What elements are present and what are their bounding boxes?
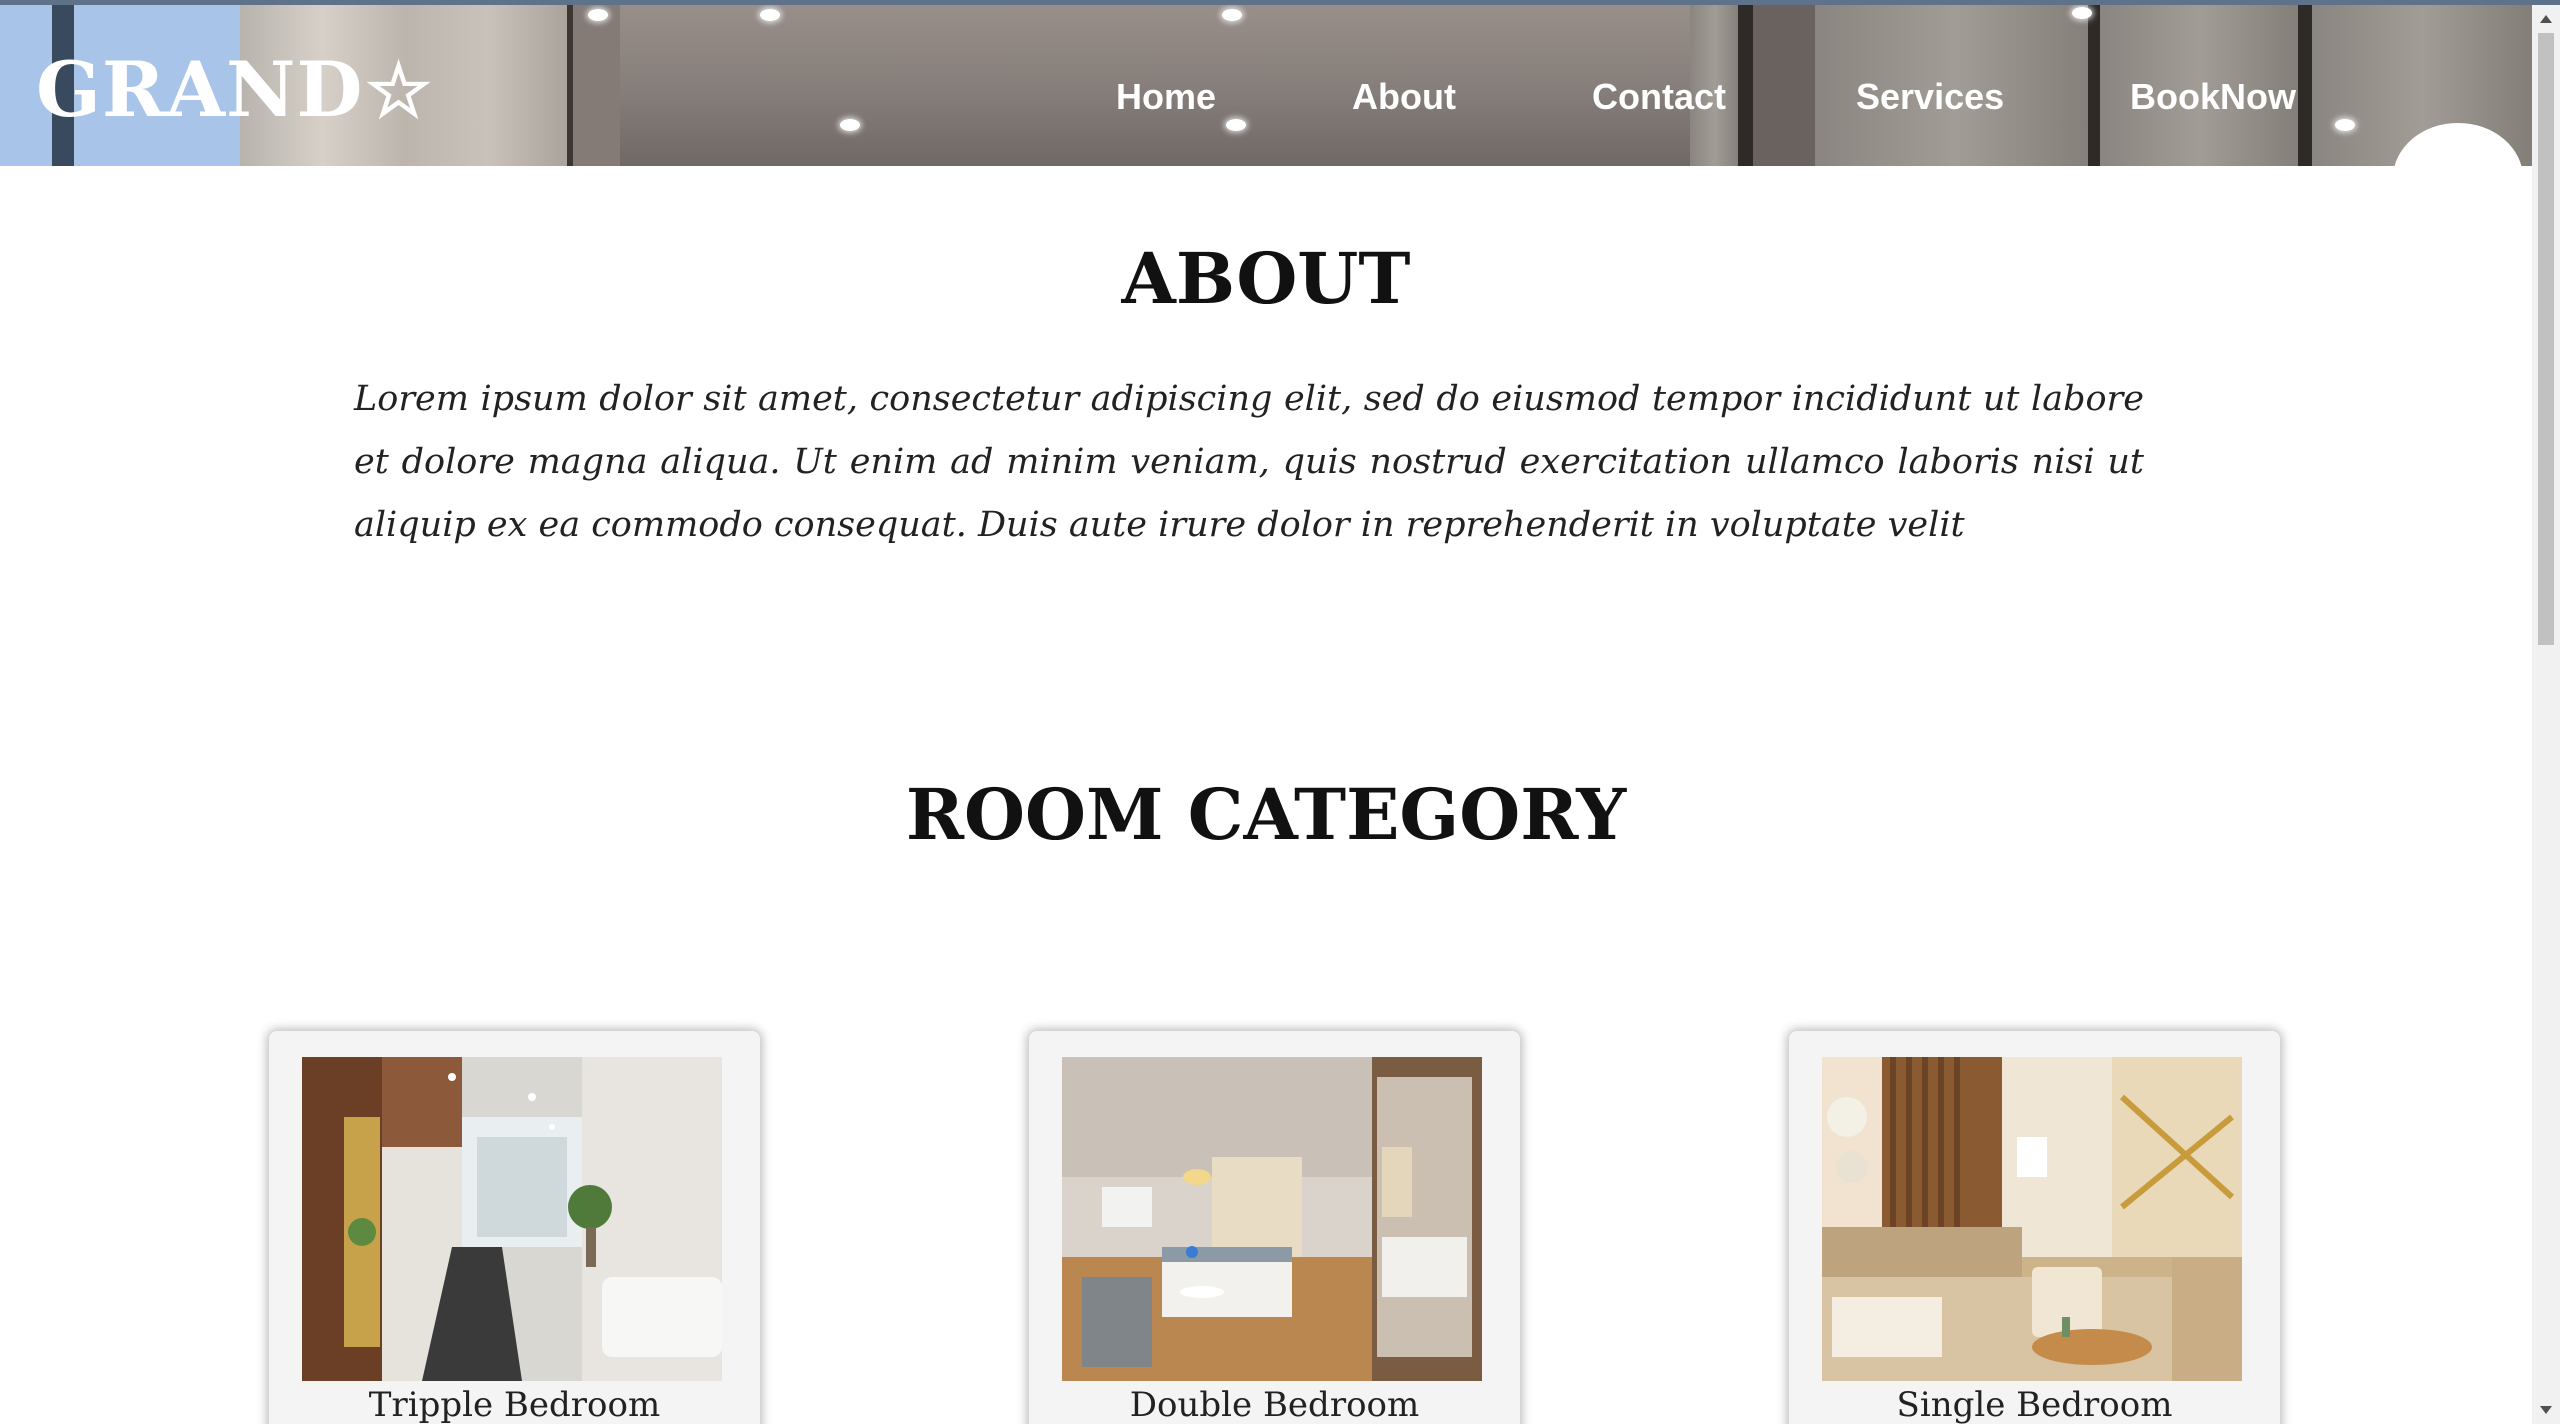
scroll-down-arrow-icon[interactable] xyxy=(2532,1396,2560,1424)
header-pillar xyxy=(2088,5,2100,166)
nav-link-services[interactable]: Services xyxy=(1856,69,2004,125)
ceiling-light-icon xyxy=(588,9,608,21)
page-scrollbar[interactable] xyxy=(2532,5,2560,1424)
room-card-tripple[interactable]: Tripple Bedroom xyxy=(269,1031,760,1424)
nav-link-booknow[interactable]: BookNow xyxy=(2130,69,2296,125)
single-bedroom-photo-image xyxy=(1822,1057,2242,1381)
room-card-label: Tripple Bedroom xyxy=(368,1385,661,1424)
nav-link-contact[interactable]: Contact xyxy=(1592,69,1726,125)
room-card-label: Single Bedroom xyxy=(1896,1385,2173,1424)
ceiling-light-icon xyxy=(2335,119,2355,131)
room-photo xyxy=(302,1057,722,1381)
room-photo xyxy=(1062,1057,1482,1381)
header-pillar xyxy=(2298,5,2312,166)
hero-header: GRAND☆ Home About Contact Services BookN… xyxy=(0,5,2532,166)
room-card-label: Double Bedroom xyxy=(1129,1385,1420,1424)
room-photo xyxy=(1822,1057,2242,1381)
nav-link-about[interactable]: About xyxy=(1352,69,1456,125)
room-category-heading: ROOM CATEGORY xyxy=(905,773,1627,856)
double-bedroom-photo-image xyxy=(1062,1057,1482,1381)
room-card-double[interactable]: Double Bedroom xyxy=(1029,1031,1520,1424)
about-heading: ABOUT xyxy=(1121,237,1411,320)
nav-link-home[interactable]: Home xyxy=(1116,69,1216,125)
scrollbar-thumb[interactable] xyxy=(2538,33,2554,645)
ceiling-light-icon xyxy=(1226,119,1246,131)
room-card-single[interactable]: Single Bedroom xyxy=(1789,1031,2280,1424)
ceiling-light-icon xyxy=(1222,9,1242,21)
scroll-up-arrow-icon[interactable] xyxy=(2532,5,2560,33)
brand-logo[interactable]: GRAND☆ xyxy=(36,45,433,135)
header-wall-edge xyxy=(567,5,573,166)
ceiling-light-icon xyxy=(840,119,860,131)
ceiling-light-icon xyxy=(760,9,780,21)
header-pillar xyxy=(1745,5,1753,166)
lobby-photo-image xyxy=(302,1057,722,1381)
brand-logo-text: GRAND xyxy=(36,45,364,134)
star-outline-icon: ☆ xyxy=(365,48,433,134)
ceiling-light-icon xyxy=(2072,7,2092,19)
about-paragraph: Lorem ipsum dolor sit amet, consectetur … xyxy=(354,379,2144,545)
